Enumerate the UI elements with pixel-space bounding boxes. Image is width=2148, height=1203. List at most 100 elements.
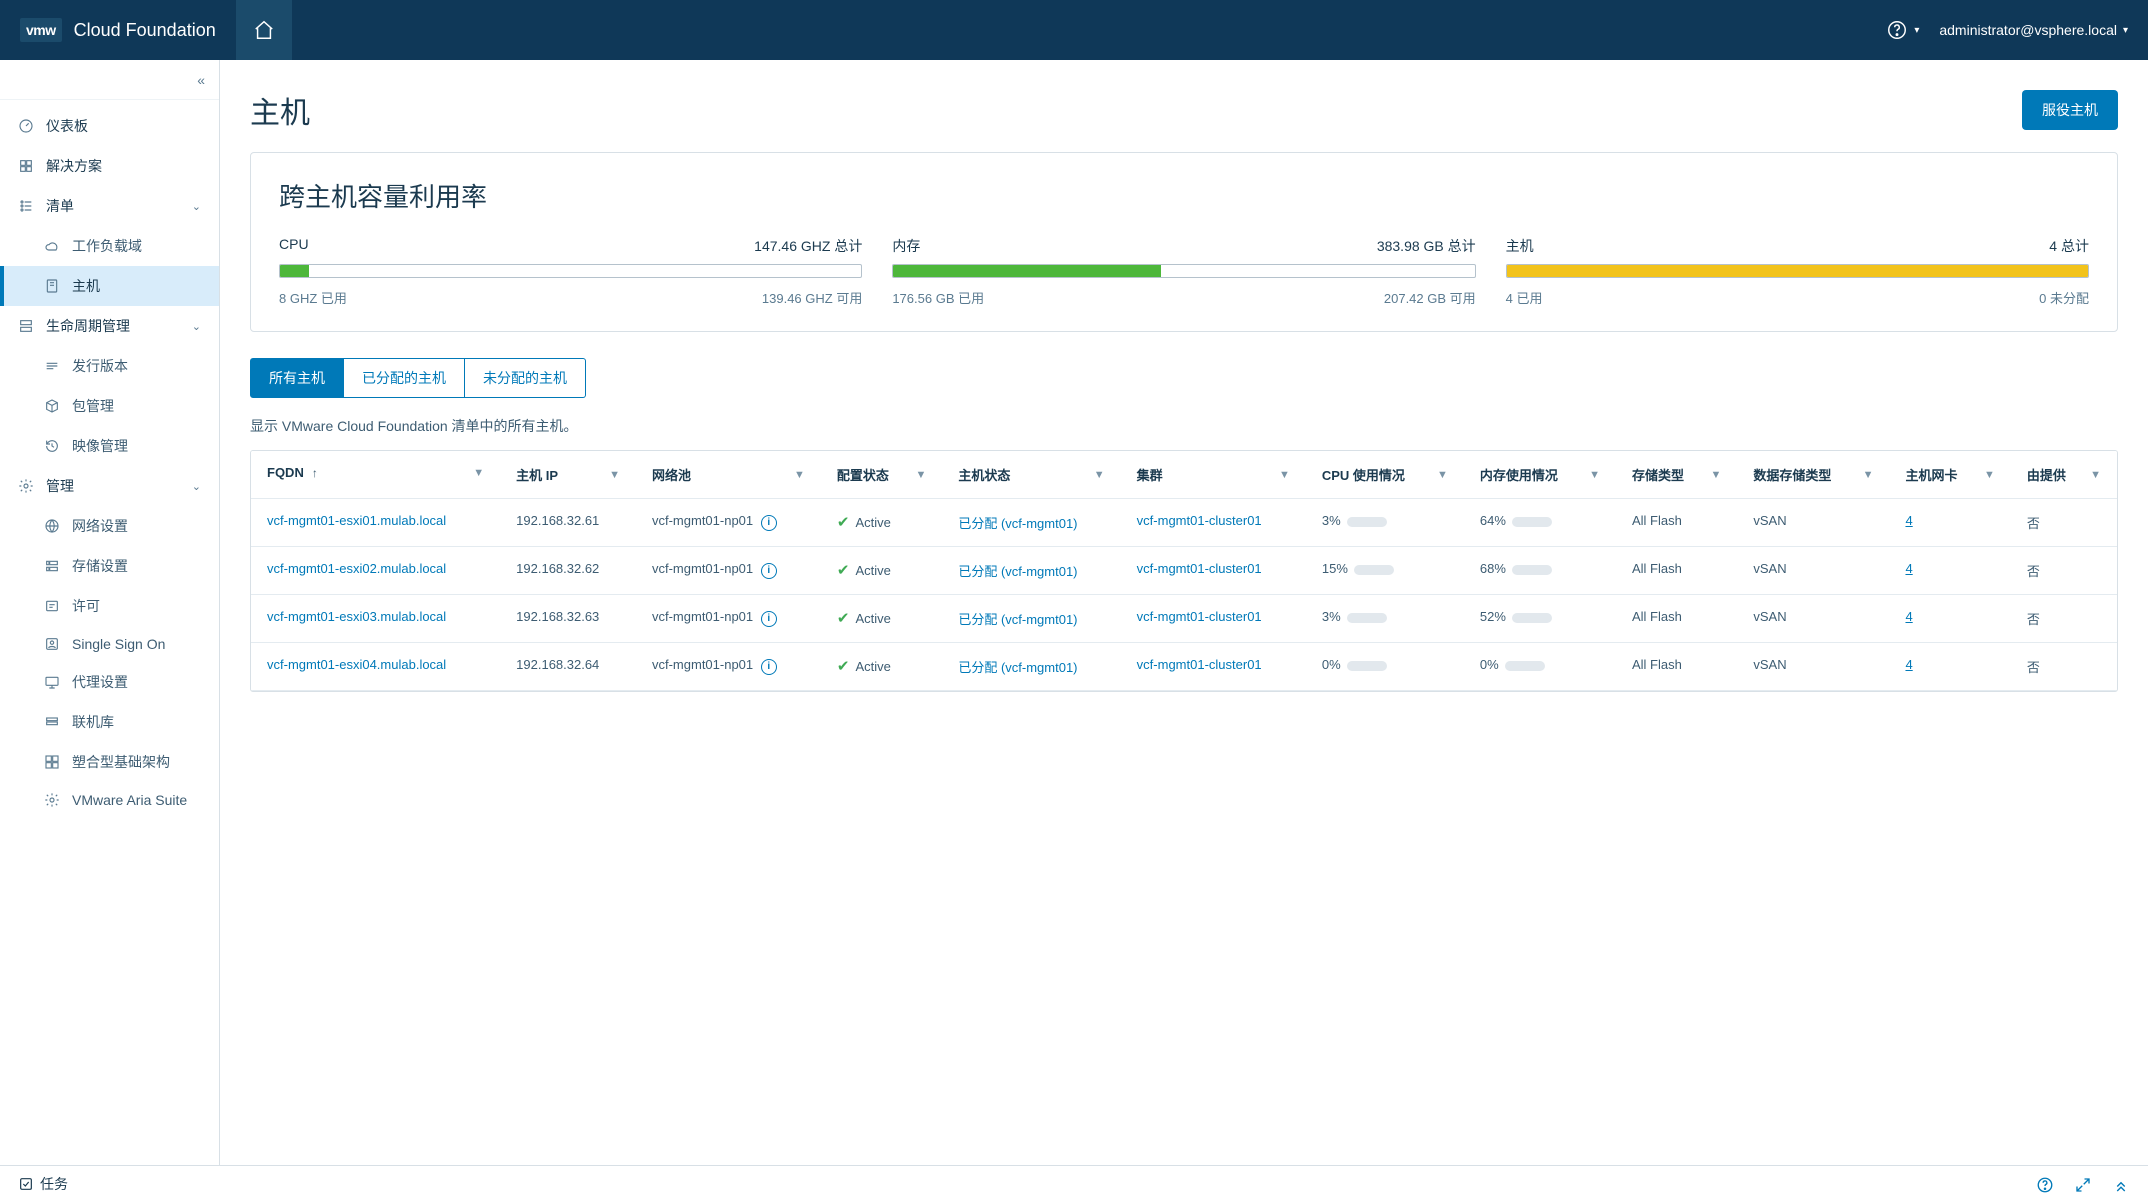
nav-item-3[interactable]: 工作负载域	[0, 226, 219, 266]
filter-icon[interactable]: ▼	[2090, 469, 2101, 481]
nics-link[interactable]: 4	[1905, 513, 1912, 528]
col-header-7[interactable]: 内存使用情况 ▼	[1464, 451, 1616, 499]
tab-0[interactable]: 所有主机	[250, 358, 344, 398]
nav-item-1[interactable]: 解决方案	[0, 146, 219, 186]
nav-item-7[interactable]: 包管理	[0, 386, 219, 426]
filter-icon[interactable]: ▼	[794, 469, 805, 481]
filter-icon[interactable]: ▼	[473, 467, 484, 479]
tab-1[interactable]: 已分配的主机	[344, 358, 465, 398]
col-header-2[interactable]: 网络池▼	[636, 451, 821, 499]
help-icon[interactable]: ▾	[1886, 19, 1919, 41]
nav-item-11[interactable]: 存储设置	[0, 546, 219, 586]
nav-item-14[interactable]: 代理设置	[0, 662, 219, 702]
footer-expand-icon[interactable]	[2074, 1176, 2092, 1194]
nav-item-4[interactable]: 主机	[0, 266, 219, 306]
nav-item-12[interactable]: 许可	[0, 586, 219, 626]
filter-icon[interactable]: ▼	[1984, 469, 1995, 481]
col-label: 主机网卡	[1905, 465, 1957, 484]
tab-2[interactable]: 未分配的主机	[465, 358, 586, 398]
col-header-10[interactable]: 主机网卡 ▼	[1889, 451, 2010, 499]
nav-item-9[interactable]: 管理⌄	[0, 466, 219, 506]
cpu-cell: 3%	[1306, 499, 1464, 547]
col-label: 由提供	[2027, 465, 2066, 484]
footer-help-icon[interactable]	[2036, 1176, 2054, 1194]
filter-icon[interactable]: ▼	[1711, 469, 1722, 481]
nav-item-8[interactable]: 映像管理	[0, 426, 219, 466]
col-header-1[interactable]: 主机 IP▼	[500, 451, 636, 499]
info-icon[interactable]: i	[761, 515, 777, 531]
col-header-6[interactable]: CPU 使用情况 ▼	[1306, 451, 1464, 499]
col-header-9[interactable]: 数据存储类型▼	[1737, 451, 1889, 499]
fqdn-link[interactable]: vcf-mgmt01-esxi01.mulab.local	[267, 513, 446, 528]
cap-free: 0 未分配	[2039, 288, 2089, 307]
tasks-tab[interactable]: 任务	[18, 1174, 68, 1196]
nav-item-6[interactable]: 发行版本	[0, 346, 219, 386]
cap-used: 8 GHZ 已用	[279, 288, 347, 307]
filter-icon[interactable]: ▼	[1094, 469, 1105, 481]
commission-host-button[interactable]: 服役主机	[2022, 90, 2118, 130]
nics-link[interactable]: 4	[1905, 657, 1912, 672]
col-label: 内存使用情况	[1480, 465, 1558, 484]
col-header-0[interactable]: FQDN↑▼	[251, 451, 500, 499]
col-header-3[interactable]: 配置状态▼	[821, 451, 942, 499]
nav-label: 代理设置	[72, 672, 128, 692]
home-button[interactable]	[236, 0, 292, 60]
info-icon[interactable]: i	[761, 659, 777, 675]
col-header-4[interactable]: 主机状态 ▼	[942, 451, 1120, 499]
provided-cell: 否	[2011, 547, 2117, 595]
col-label: 主机状态	[958, 465, 1010, 484]
sidebar-collapse[interactable]: «	[0, 60, 219, 100]
info-icon[interactable]: i	[761, 563, 777, 579]
nics-link[interactable]: 4	[1905, 561, 1912, 576]
filter-icon[interactable]: ▼	[1279, 469, 1290, 481]
fqdn-link[interactable]: vcf-mgmt01-esxi02.mulab.local	[267, 561, 446, 576]
host-state-link[interactable]: 已分配 (vcf-mgmt01)	[958, 564, 1077, 579]
user-menu[interactable]: administrator@vsphere.local ▾	[1939, 22, 2128, 38]
nav-label: 包管理	[72, 396, 114, 416]
storage-cell: All Flash	[1616, 595, 1737, 643]
nav-item-2[interactable]: 清单⌄	[0, 186, 219, 226]
capacity-title: 跨主机容量利用率	[279, 177, 2089, 214]
user-label: administrator@vsphere.local	[1939, 22, 2117, 38]
host-table[interactable]: FQDN↑▼主机 IP▼网络池▼配置状态▼主机状态▼集群▼CPU 使用情况▼内存…	[250, 450, 2118, 692]
collapse-icon: «	[197, 72, 205, 88]
nav-item-0[interactable]: 仪表板	[0, 106, 219, 146]
footer-collapse-icon[interactable]	[2112, 1176, 2130, 1194]
fqdn-link[interactable]: vcf-mgmt01-esxi04.mulab.local	[267, 657, 446, 672]
nav-item-16[interactable]: 塑合型基础架构	[0, 742, 219, 782]
cap-total: 4 总计	[2049, 236, 2089, 256]
nav-label: 许可	[72, 596, 100, 616]
cluster-link[interactable]: vcf-mgmt01-cluster01	[1137, 513, 1262, 528]
col-label: CPU 使用情况	[1322, 465, 1405, 484]
cluster-link[interactable]: vcf-mgmt01-cluster01	[1137, 609, 1262, 624]
ip-cell: 192.168.32.63	[500, 595, 636, 643]
filter-icon[interactable]: ▼	[1863, 469, 1874, 481]
col-header-11[interactable]: 由提供 ▼	[2011, 451, 2117, 499]
host-state-link[interactable]: 已分配 (vcf-mgmt01)	[958, 660, 1077, 675]
ip-cell: 192.168.32.62	[500, 547, 636, 595]
filter-icon[interactable]: ▼	[915, 469, 926, 481]
chevron-down-icon: ⌄	[192, 200, 201, 213]
filter-icon[interactable]: ▼	[609, 469, 620, 481]
fqdn-link[interactable]: vcf-mgmt01-esxi03.mulab.local	[267, 609, 446, 624]
nav-item-13[interactable]: Single Sign On	[0, 626, 219, 662]
nics-link[interactable]: 4	[1905, 609, 1912, 624]
host-state-link[interactable]: 已分配 (vcf-mgmt01)	[958, 516, 1077, 531]
col-header-5[interactable]: 集群▼	[1121, 451, 1306, 499]
cluster-link[interactable]: vcf-mgmt01-cluster01	[1137, 657, 1262, 672]
nav-item-15[interactable]: 联机库	[0, 702, 219, 742]
table-row: vcf-mgmt01-esxi02.mulab.local 192.168.32.…	[251, 547, 2117, 595]
pool-cell: vcf-mgmt01-np01 i	[636, 643, 821, 691]
col-header-8[interactable]: 存储类型▼	[1616, 451, 1737, 499]
host-state-link[interactable]: 已分配 (vcf-mgmt01)	[958, 612, 1077, 627]
nav-item-17[interactable]: VMware Aria Suite	[0, 782, 219, 818]
cluster-link[interactable]: vcf-mgmt01-cluster01	[1137, 561, 1262, 576]
filter-icon[interactable]: ▼	[1437, 469, 1448, 481]
filter-icon[interactable]: ▼	[1589, 469, 1600, 481]
info-icon[interactable]: i	[761, 611, 777, 627]
nav-label: 网络设置	[72, 516, 128, 536]
ip-cell: 192.168.32.64	[500, 643, 636, 691]
nav-item-5[interactable]: 生命周期管理⌄	[0, 306, 219, 346]
nav-item-10[interactable]: 网络设置	[0, 506, 219, 546]
cap-total: 147.46 GHZ 总计	[754, 236, 862, 256]
